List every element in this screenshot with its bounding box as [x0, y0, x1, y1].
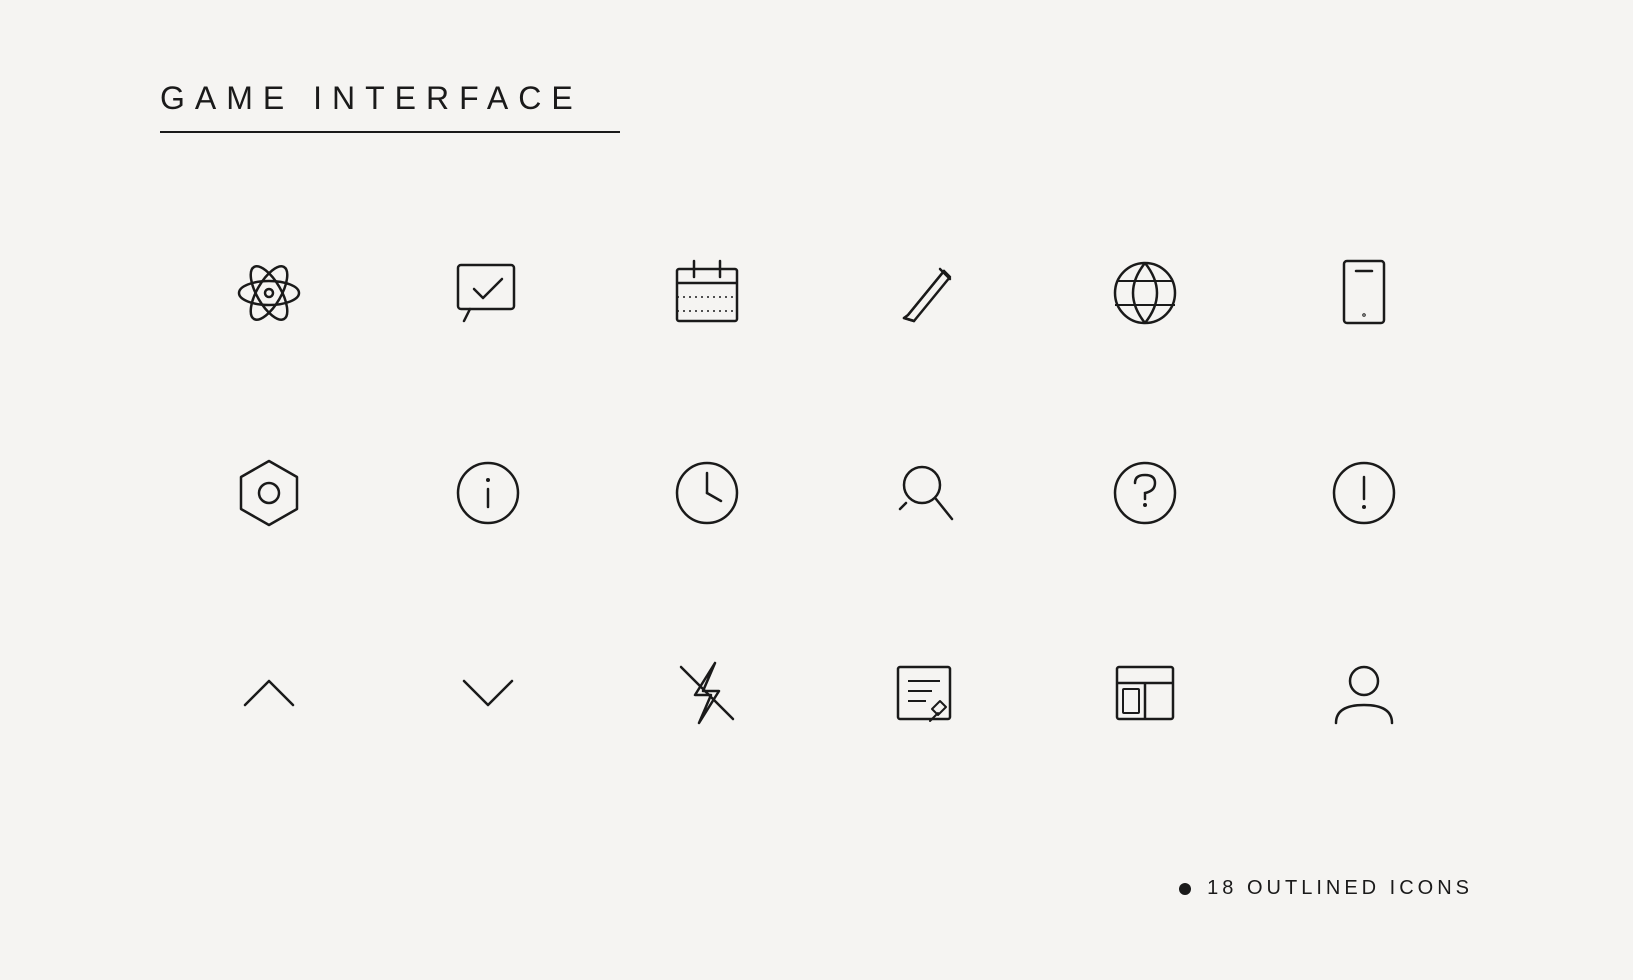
search-icon — [816, 393, 1035, 593]
calendar-icon — [598, 193, 817, 393]
layout-icon — [1035, 593, 1254, 793]
hexagon-settings-icon — [160, 393, 379, 593]
page: GAME INTERFACE — [0, 0, 1633, 980]
pencil-icon — [816, 193, 1035, 393]
bottom-label: 18 OUTLINED ICONS — [1179, 877, 1473, 900]
globe-icon — [1035, 193, 1254, 393]
tablet-icon — [1254, 193, 1473, 393]
chevron-up-icon — [160, 593, 379, 793]
bullet-dot — [1179, 883, 1191, 895]
user-icon — [1254, 593, 1473, 793]
clock-icon — [598, 393, 817, 593]
chat-check-icon — [379, 193, 598, 393]
question-circle-icon — [1035, 393, 1254, 593]
info-circle-icon — [379, 393, 598, 593]
page-title: GAME INTERFACE — [160, 80, 1473, 117]
flash-off-icon — [598, 593, 817, 793]
icons-grid — [160, 193, 1473, 793]
edit-list-icon — [816, 593, 1035, 793]
exclamation-circle-icon — [1254, 393, 1473, 593]
chevron-down-icon — [379, 593, 598, 793]
atom-icon — [160, 193, 379, 393]
title-underline — [160, 131, 620, 133]
icons-count-label: 18 OUTLINED ICONS — [1207, 877, 1473, 900]
title-section: GAME INTERFACE — [160, 80, 1473, 133]
